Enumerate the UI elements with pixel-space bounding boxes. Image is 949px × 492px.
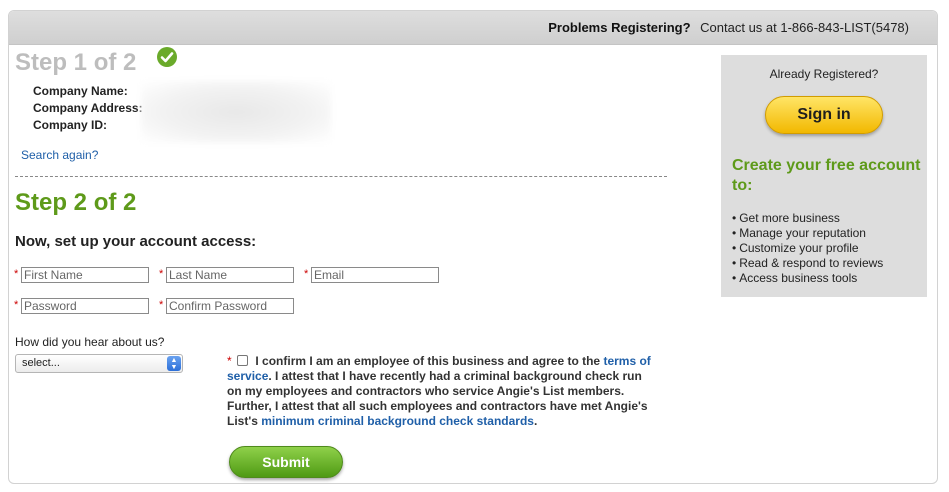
- already-registered-label: Already Registered?: [769, 67, 879, 81]
- submit-button[interactable]: Submit: [229, 446, 343, 478]
- step1-title: Step 1 of 2: [15, 49, 137, 76]
- registration-page: Problems Registering? Contact us at 1-86…: [8, 10, 938, 484]
- confirm-text-part3: .: [533, 414, 538, 428]
- employee-confirmation: * I confirm I am an employee of this bus…: [227, 354, 657, 429]
- create-account-heading: Create your free account to:: [732, 157, 921, 194]
- contact-phone-text: Contact us at 1-866-843-LIST(5478): [700, 20, 909, 35]
- checkmark-icon: [157, 47, 177, 67]
- list-item: Access business tools: [732, 271, 883, 286]
- required-marker: *: [159, 268, 164, 280]
- required-marker: *: [14, 299, 19, 311]
- first-name-field[interactable]: [21, 267, 149, 283]
- company-name-label: Company Name:: [33, 84, 128, 98]
- required-marker: *: [159, 299, 164, 311]
- background-check-standards-link[interactable]: minimum criminal background check standa…: [261, 414, 534, 428]
- redacted-company-info: [141, 81, 331, 143]
- required-marker: *: [227, 354, 232, 368]
- select-value: select...: [22, 357, 60, 369]
- required-marker: *: [14, 268, 19, 280]
- sign-in-sidebar: Already Registered? Sign in Create your …: [721, 55, 927, 297]
- list-item: Manage your reputation: [732, 226, 883, 241]
- section-divider: [15, 176, 667, 177]
- required-marker: *: [304, 268, 309, 280]
- last-name-field[interactable]: [166, 267, 294, 283]
- account-access-heading: Now, set up your account access:: [15, 233, 257, 250]
- email-field[interactable]: [311, 267, 439, 283]
- company-info-labels: Company Name: Company Address: Company I…: [33, 83, 143, 134]
- select-arrows-icon: ▲ ▼: [167, 356, 181, 371]
- confirm-employee-checkbox[interactable]: [237, 355, 249, 366]
- company-address-label: Company Address:: [33, 101, 143, 115]
- top-bar: Problems Registering? Contact us at 1-86…: [9, 11, 937, 45]
- problems-registering-label: Problems Registering?: [548, 20, 691, 35]
- confirm-text-part1: I confirm I am an employee of this busin…: [255, 354, 601, 368]
- list-item: Get more business: [732, 211, 883, 226]
- hear-about-us-select[interactable]: select... ▲ ▼: [15, 354, 183, 373]
- list-item: Read & respond to reviews: [732, 256, 883, 271]
- company-id-label: Company ID:: [33, 118, 108, 132]
- hear-about-us-label: How did you hear about us?: [15, 335, 165, 349]
- search-again-link[interactable]: Search again?: [21, 148, 98, 162]
- benefits-list: Get more business Manage your reputation…: [732, 211, 883, 286]
- list-item: Customize your profile: [732, 241, 883, 256]
- confirm-password-field[interactable]: [166, 298, 294, 314]
- sign-in-button[interactable]: Sign in: [765, 96, 883, 134]
- step2-title: Step 2 of 2: [15, 189, 137, 216]
- password-field[interactable]: [21, 298, 149, 314]
